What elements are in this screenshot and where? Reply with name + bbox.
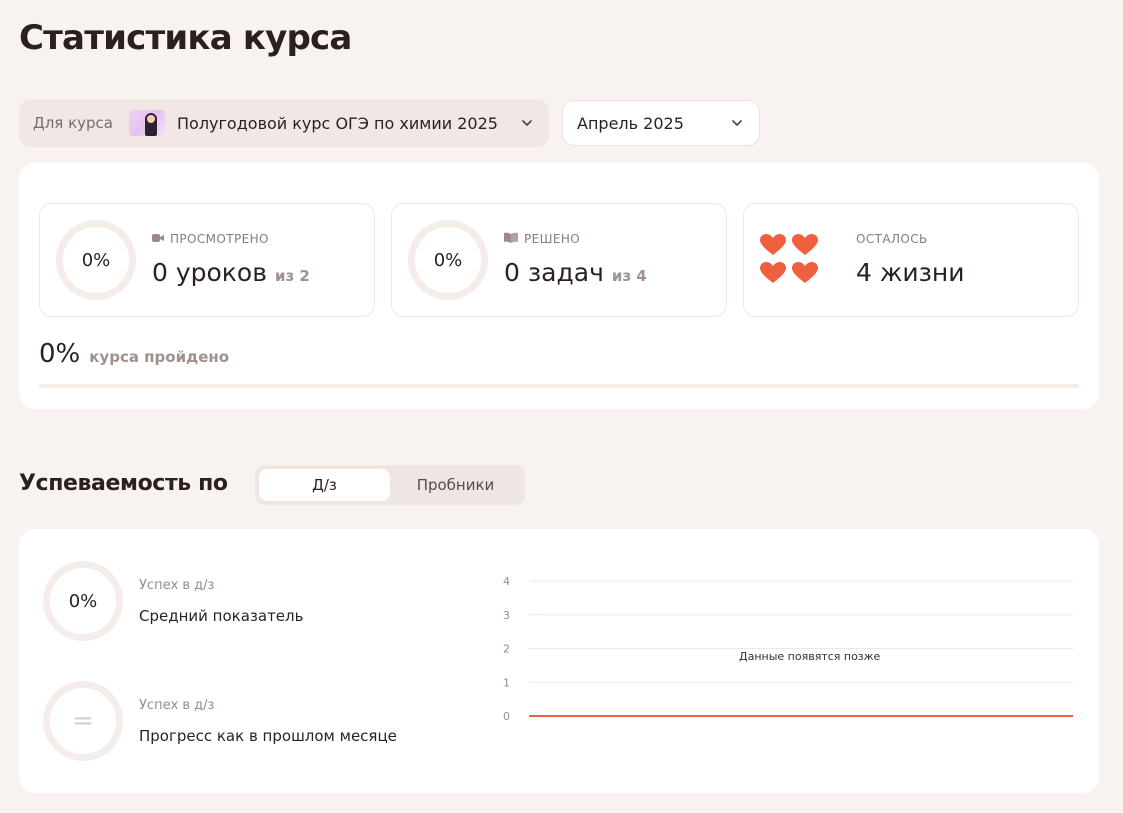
solved-value-row: 0 задач из 4 — [504, 258, 647, 287]
lives-label: ОСТАЛОСЬ — [856, 232, 928, 246]
y-tick-label: 0 — [503, 710, 510, 723]
course-select[interactable]: Для курса Полугодовой курс ОГЭ по химии … — [19, 99, 549, 147]
course-select-label: Для курса — [33, 114, 113, 132]
heart-icon — [792, 262, 818, 283]
solved-stat: 0% РЕШЕНО 0 задач из 4 — [391, 203, 727, 317]
course-progress-label: курса пройдено — [89, 348, 230, 366]
heart-icon — [792, 234, 818, 255]
viewed-total: из 2 — [274, 267, 310, 285]
page-title: Статистика курса — [19, 18, 352, 58]
performance-card: 0% Успех в д/з Средний показатель = Успе… — [19, 529, 1099, 793]
lives-value-row: 4 жизни — [856, 258, 965, 287]
lives-stat: ОСТАЛОСЬ 4 жизни — [743, 203, 1079, 317]
solved-value: 0 задач — [504, 258, 604, 287]
average-score-ring: 0% — [43, 561, 123, 641]
book-icon — [504, 232, 518, 246]
month-select[interactable]: Апрель 2025 — [562, 100, 760, 146]
video-icon — [152, 232, 164, 246]
average-score-label: Средний показатель — [139, 607, 304, 625]
tab-homework[interactable]: Д/з — [259, 469, 390, 501]
chevron-down-icon — [729, 115, 745, 131]
performance-chart: 4 3 2 1 0 Данные появятся позже — [489, 569, 1079, 739]
progress-compare-sublabel: Успех в д/з — [139, 698, 215, 713]
lives-label-row: ОСТАЛОСЬ — [856, 232, 928, 246]
progress-compare-ring: = — [43, 681, 123, 761]
solved-progress-ring: 0% — [408, 220, 488, 300]
performance-title: Успеваемость по — [19, 471, 228, 496]
solved-label-row: РЕШЕНО — [504, 232, 580, 246]
chevron-down-icon — [519, 115, 535, 131]
y-tick-label: 1 — [503, 676, 510, 689]
month-select-value: Апрель 2025 — [577, 113, 684, 133]
stats-card: 0% ПРОСМОТРЕНО 0 уроков из 2 0% РЕШЕНО 0… — [19, 163, 1099, 409]
viewed-stat: 0% ПРОСМОТРЕНО 0 уроков из 2 — [39, 203, 375, 317]
course-progress-bar — [39, 384, 1079, 388]
viewed-value-row: 0 уроков из 2 — [152, 258, 310, 287]
performance-tabs: Д/з Пробники — [255, 465, 525, 505]
viewed-progress-ring: 0% — [56, 220, 136, 300]
solved-label: РЕШЕНО — [524, 232, 581, 246]
course-thumbnail — [129, 110, 165, 136]
average-score-sublabel: Успех в д/з — [139, 578, 215, 593]
heart-icon — [760, 262, 786, 283]
lives-value: 4 жизни — [856, 258, 965, 287]
y-tick-label: 3 — [503, 609, 510, 622]
heart-icon — [760, 234, 786, 255]
y-tick-label: 2 — [503, 643, 510, 656]
viewed-value: 0 уроков — [152, 258, 267, 287]
viewed-label-row: ПРОСМОТРЕНО — [152, 232, 269, 246]
y-tick-label: 4 — [503, 575, 510, 588]
progress-compare-label: Прогресс как в прошлом месяце — [139, 727, 397, 745]
course-select-value: Полугодовой курс ОГЭ по химии 2025 — [177, 113, 498, 133]
hearts-grid — [760, 234, 820, 286]
viewed-label: ПРОСМОТРЕНО — [170, 232, 269, 246]
tab-mock-exams[interactable]: Пробники — [390, 469, 521, 501]
solved-total: из 4 — [611, 267, 647, 285]
course-progress-percent: 0% — [39, 339, 81, 369]
chart-empty-message: Данные появятся позже — [739, 650, 881, 663]
course-progress-row: 0% курса пройдено — [39, 339, 229, 369]
